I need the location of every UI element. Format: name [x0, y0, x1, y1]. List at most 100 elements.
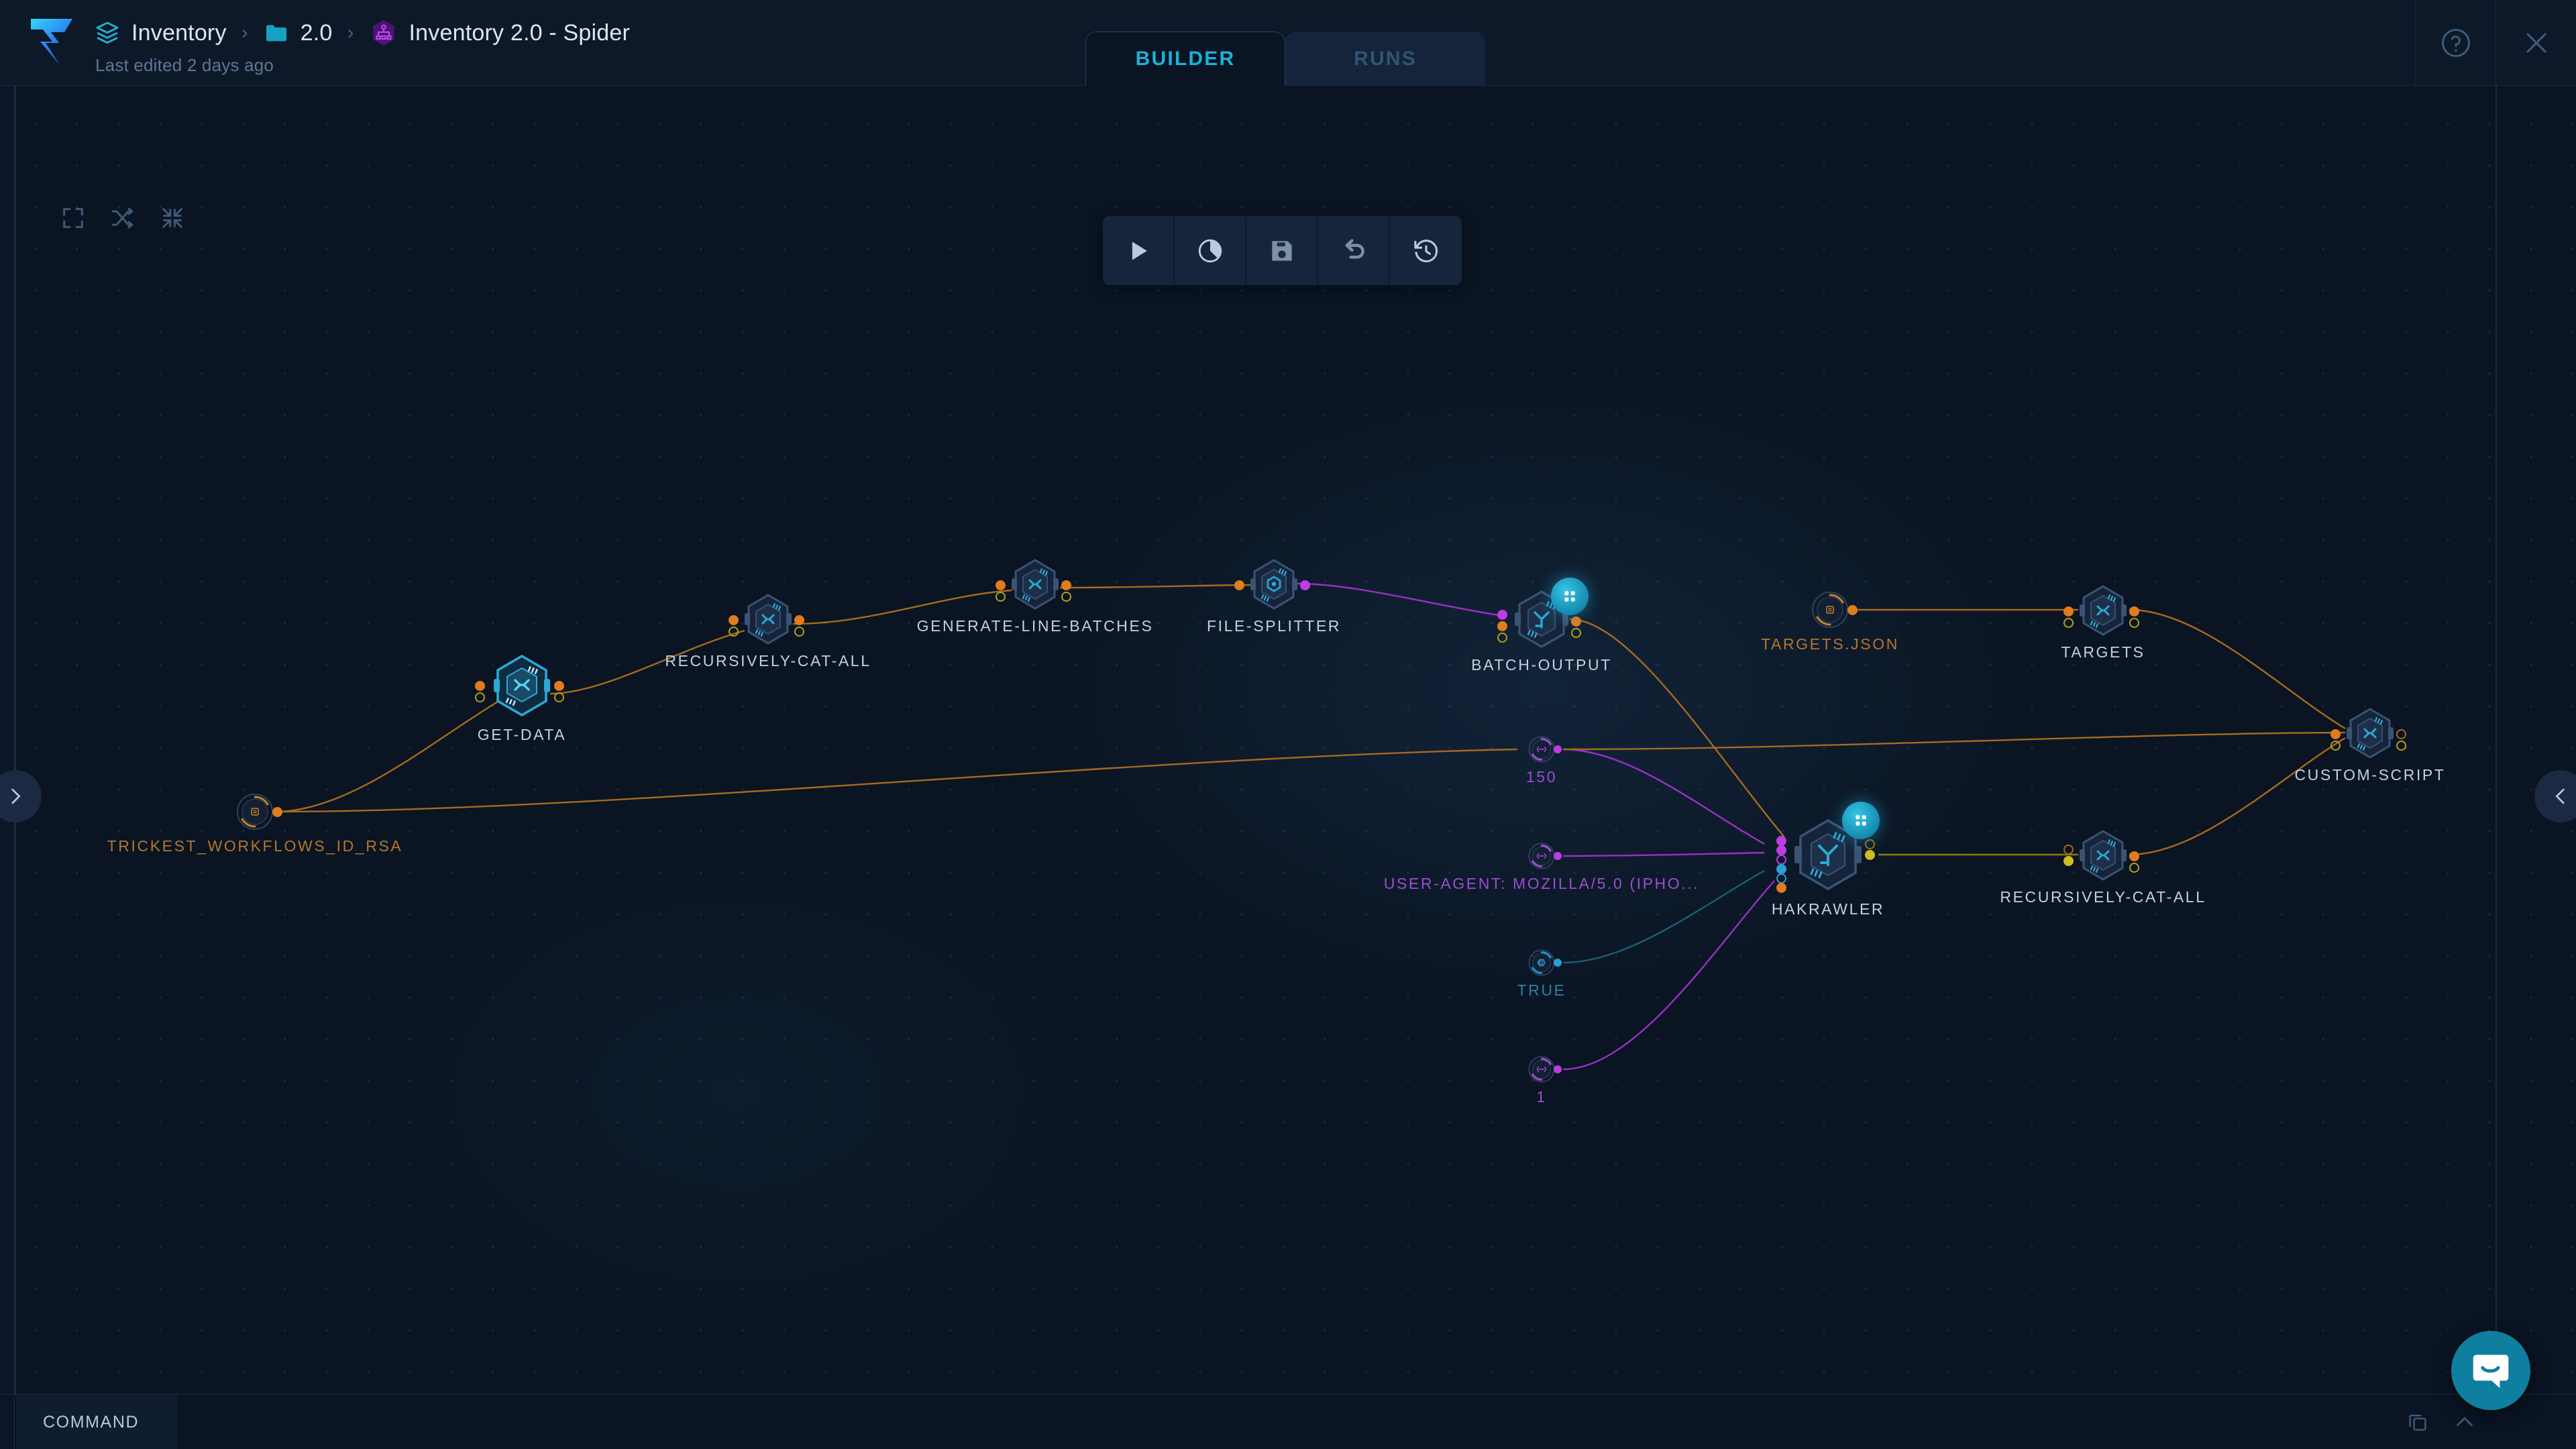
undo-arrow-icon [1339, 236, 1368, 266]
output-port-secondary[interactable] [794, 627, 804, 637]
input-port-secondary[interactable] [2063, 618, 2074, 628]
top-bar-actions [2415, 0, 2576, 85]
undo-button[interactable] [1318, 216, 1390, 285]
chevron-up-icon[interactable] [2453, 1410, 2477, 1434]
input-port[interactable] [1234, 580, 1244, 590]
tab-bar: BUILDER RUNS [1085, 32, 1485, 86]
output-port[interactable] [1847, 605, 1858, 615]
support-chat-button[interactable] [2451, 1331, 2530, 1410]
close-button[interactable] [2496, 0, 2576, 85]
input-port-purple-2[interactable] [1776, 845, 1786, 855]
floppy-disk-icon [1267, 236, 1297, 266]
output-port[interactable] [554, 681, 564, 691]
node-trickest-workflows-id-rsa[interactable]: TRICKEST_WORKFLOWS_ID_RSA [236, 793, 274, 830]
help-button[interactable] [2415, 0, 2496, 85]
input-port-secondary[interactable] [2330, 741, 2341, 751]
shuffle-button[interactable] [98, 193, 148, 243]
input-port-secondary[interactable] [2063, 845, 2074, 855]
node-file-splitter[interactable]: FILE-SPLITTER [1248, 558, 1300, 610]
schedule-button[interactable] [1175, 216, 1246, 285]
input-port[interactable] [2063, 856, 2074, 866]
tab-builder[interactable]: BUILDER [1085, 32, 1285, 86]
fit-to-screen-button[interactable] [48, 193, 98, 243]
layers-icon [94, 19, 121, 46]
node-label: GET-DATA [478, 726, 566, 744]
node-targets[interactable]: TARGETS [2077, 584, 2129, 637]
node-badge[interactable] [1842, 802, 1880, 839]
input-port-purple-1[interactable] [1776, 836, 1786, 846]
node-param-user-agent[interactable]: USER-AGENT: MOZILLA/5.0 (IPHO... [1528, 843, 1555, 869]
input-port[interactable] [996, 580, 1006, 590]
canvas-controls [48, 193, 197, 243]
input-port-secondary[interactable] [475, 692, 485, 702]
output-port-secondary[interactable] [1571, 628, 1581, 638]
output-port[interactable] [1554, 959, 1562, 967]
output-port[interactable] [1061, 580, 1071, 590]
output-port[interactable] [1554, 852, 1562, 860]
output-port[interactable] [272, 807, 282, 817]
output-port[interactable] [1300, 580, 1310, 590]
node-generate-line-batches[interactable]: GENERATE-LINE-BATCHES [1009, 558, 1061, 610]
breadcrumb-item-version[interactable]: 2.0 [263, 19, 333, 46]
workflow-canvas[interactable]: TRICKEST_WORKFLOWS_ID_RSA GET-DATA [0, 86, 2576, 1394]
node-recursively-cat-all-2[interactable]: RECURSIVELY-CAT-ALL [2077, 829, 2129, 881]
node-get-data[interactable]: GET-DATA [490, 653, 554, 718]
node-badge[interactable] [1551, 578, 1589, 615]
command-tab[interactable]: COMMAND [16, 1395, 177, 1449]
node-label: RECURSIVELY-CAT-ALL [665, 652, 871, 670]
input-port-purple-3[interactable] [1776, 855, 1786, 865]
collapse-button[interactable] [148, 193, 197, 243]
node-label: GENERATE-LINE-BATCHES [917, 617, 1154, 635]
copy-icon[interactable] [2406, 1410, 2430, 1434]
input-port-orange[interactable] [1497, 621, 1507, 631]
input-port[interactable] [2330, 729, 2341, 739]
save-button[interactable] [1246, 216, 1318, 285]
run-button[interactable] [1103, 216, 1175, 285]
node-label: TRUE [1517, 981, 1566, 1000]
last-edited-text: Last edited 2 days ago [95, 55, 274, 76]
tab-runs[interactable]: RUNS [1285, 32, 1485, 86]
node-targets-json[interactable]: TARGETS.JSON [1811, 591, 1849, 629]
output-port[interactable] [1865, 850, 1875, 860]
breadcrumb-label: Inventory [131, 20, 227, 46]
input-port-orange[interactable] [1776, 883, 1786, 893]
node-param-true[interactable]: TRUE [1528, 949, 1555, 976]
node-param-1[interactable]: 1 [1528, 1056, 1555, 1083]
node-label: HAKRAWLER [1772, 900, 1884, 918]
history-button[interactable] [1390, 216, 1462, 285]
output-port[interactable] [1571, 616, 1581, 627]
help-circle-icon [2438, 25, 2473, 60]
input-port-secondary[interactable] [729, 627, 739, 637]
input-port-cyan-1[interactable] [1776, 864, 1786, 874]
input-port-secondary[interactable] [996, 592, 1006, 602]
output-port-secondary[interactable] [1865, 839, 1875, 849]
node-hakrawler[interactable]: HAKRAWLER [1791, 818, 1865, 892]
node-batch-output[interactable]: BATCH-OUTPUT [1512, 590, 1571, 649]
output-port[interactable] [2129, 606, 2139, 616]
workflow-hex-icon [369, 18, 398, 48]
output-port-secondary[interactable] [2396, 741, 2406, 751]
trickest-logo-icon[interactable] [25, 15, 79, 71]
output-port[interactable] [794, 615, 804, 625]
output-port-secondary[interactable] [554, 692, 564, 702]
input-port[interactable] [729, 615, 739, 625]
input-port[interactable] [475, 681, 485, 691]
output-port-secondary[interactable] [1061, 592, 1071, 602]
node-custom-script[interactable]: CUSTOM-SCRIPT [2344, 707, 2396, 759]
input-port-cyan-2[interactable] [1776, 873, 1786, 883]
output-port[interactable] [2129, 851, 2139, 861]
output-port[interactable] [1554, 745, 1562, 753]
node-recursively-cat-all-1[interactable]: RECURSIVELY-CAT-ALL [742, 593, 794, 645]
breadcrumb-item-inventory[interactable]: Inventory [94, 19, 227, 46]
output-port-secondary[interactable] [2129, 618, 2139, 628]
node-param-150[interactable]: 150 [1528, 736, 1555, 763]
node-label: FILE-SPLITTER [1207, 617, 1341, 635]
node-label: TARGETS.JSON [1761, 635, 1899, 653]
input-port-secondary[interactable] [1497, 633, 1507, 643]
input-port[interactable] [2063, 606, 2074, 616]
output-port-secondary[interactable] [2129, 863, 2139, 873]
output-port[interactable] [1554, 1065, 1562, 1073]
breadcrumb-item-workflow[interactable]: Inventory 2.0 - Spider [369, 18, 630, 48]
output-port[interactable] [2396, 729, 2406, 739]
input-port-purple[interactable] [1497, 610, 1507, 620]
